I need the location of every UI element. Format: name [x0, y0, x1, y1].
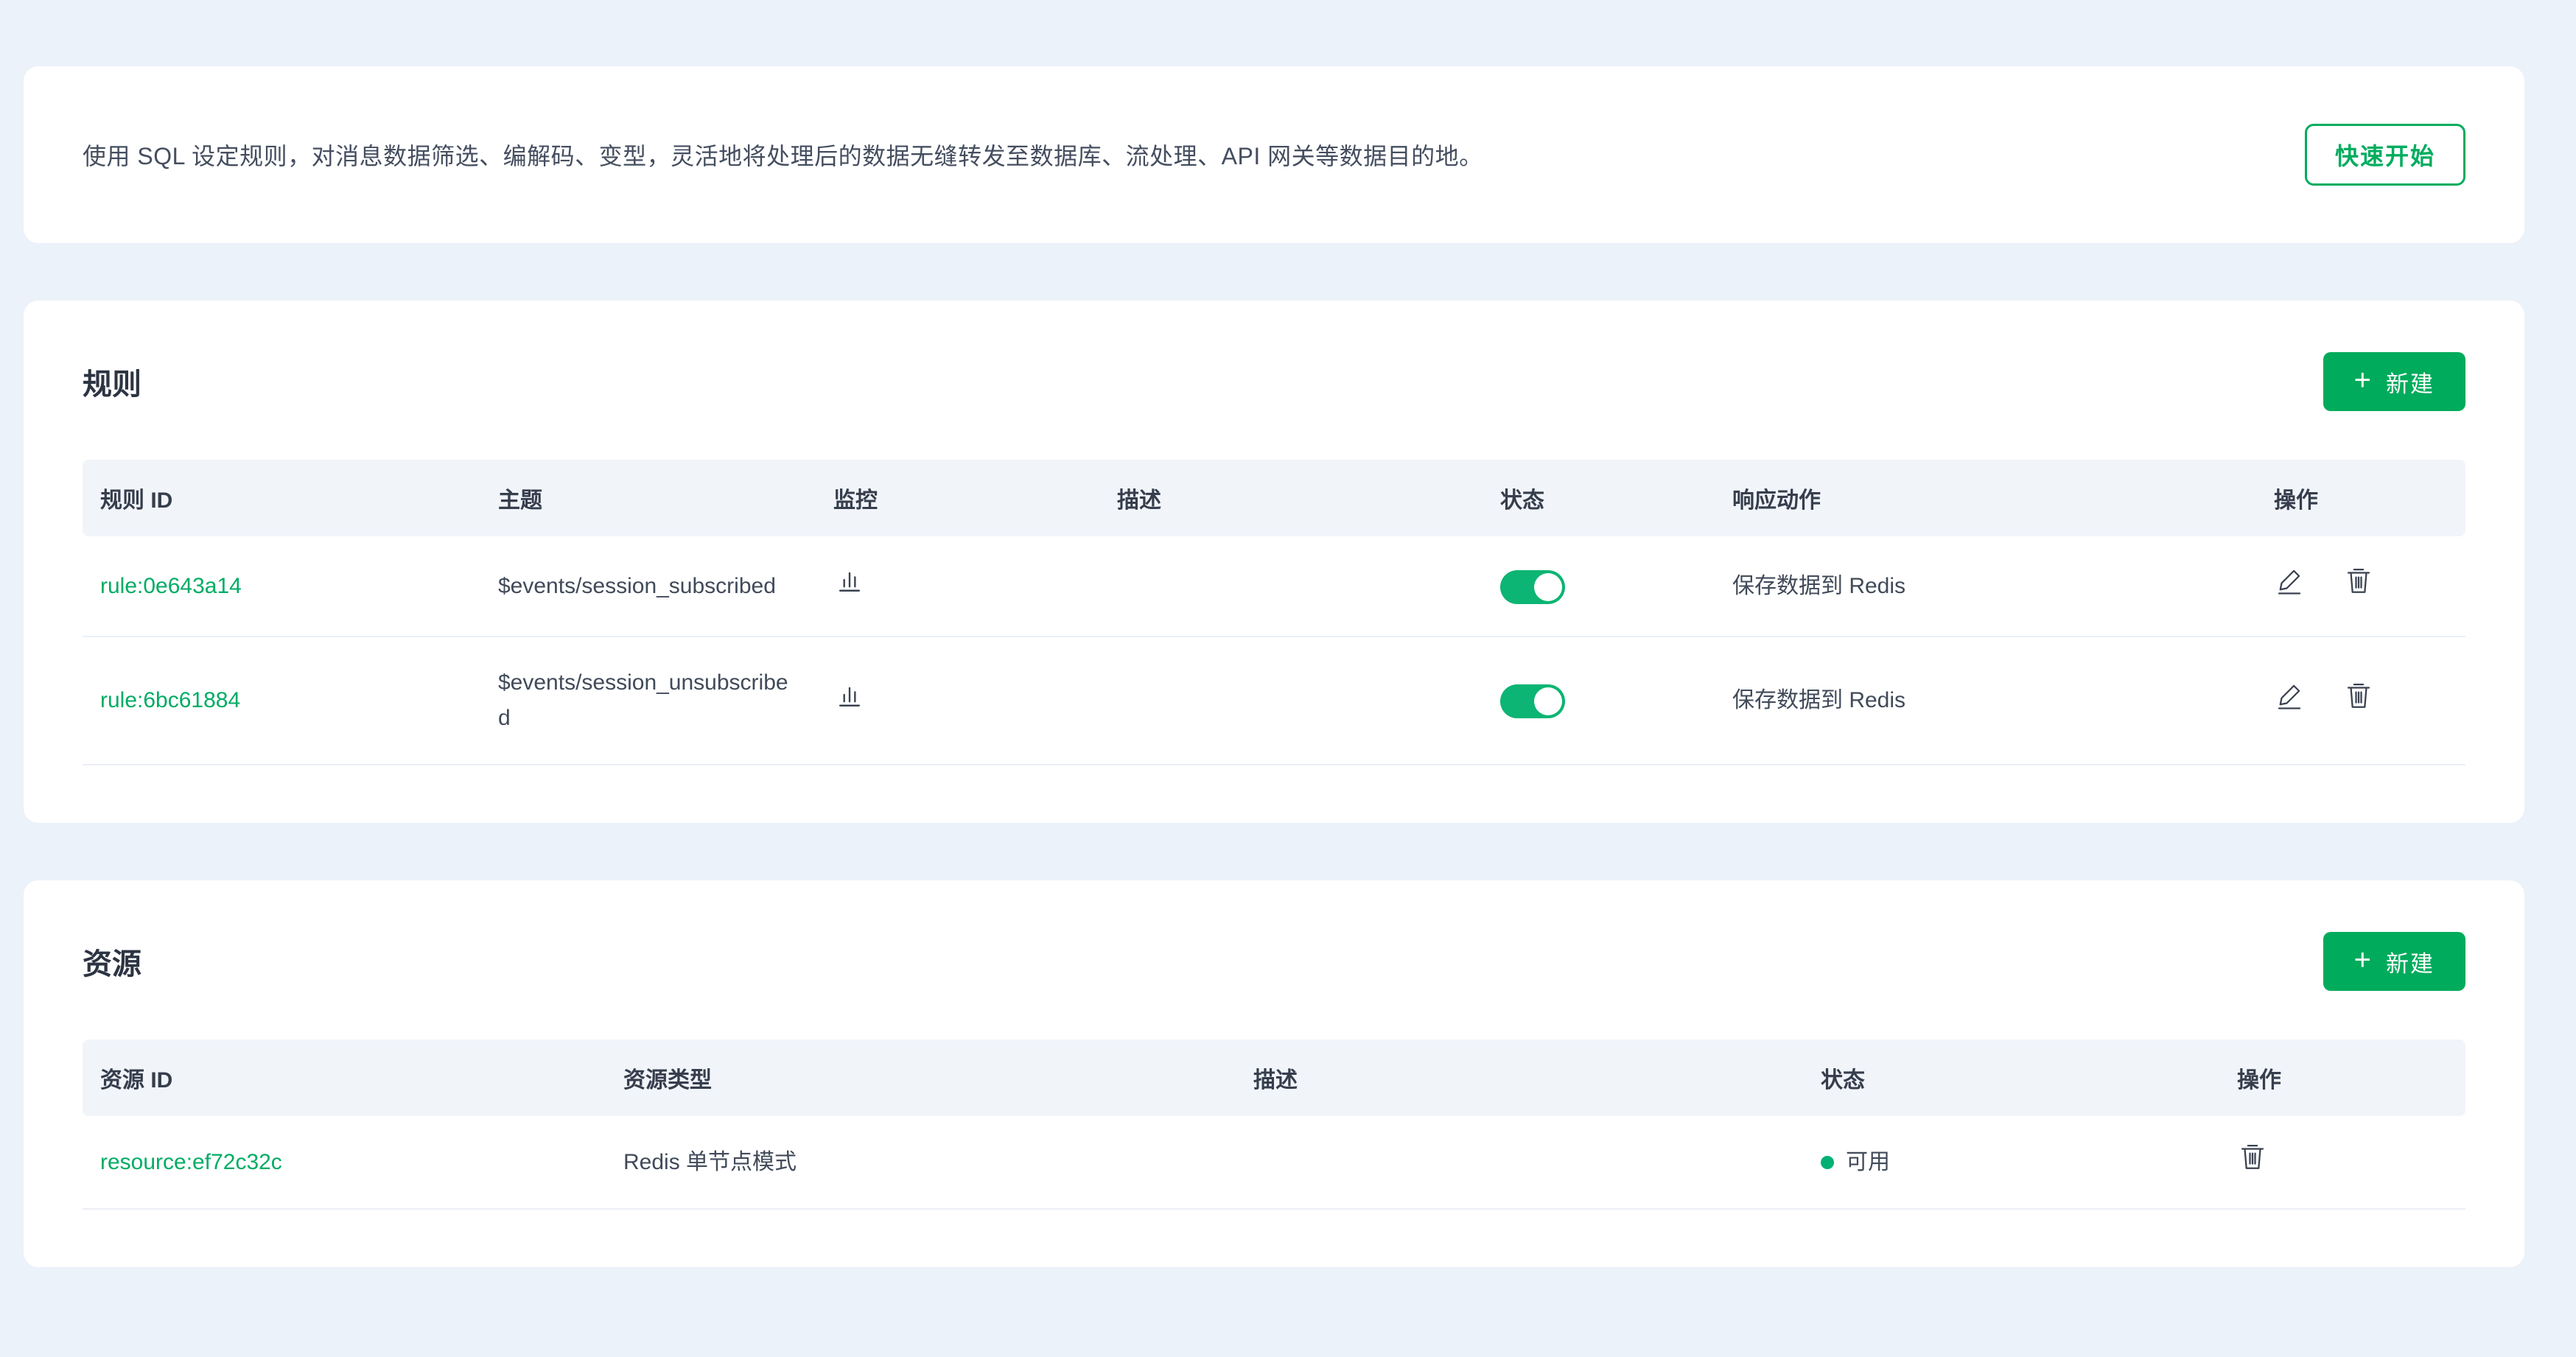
rule-edit-button[interactable]: [2274, 680, 2305, 711]
rules-col-action: 响应动作: [1715, 460, 2256, 536]
resource-status-label: 可用: [1846, 1150, 1890, 1174]
intro-description: 使用 SQL 设定规则，对消息数据筛选、编解码、变型，灵活地将处理后的数据无缝转…: [83, 138, 1483, 172]
trash-icon: [2343, 565, 2374, 596]
resources-col-id: 资源 ID: [83, 1039, 606, 1116]
toggle-knob: [1534, 573, 1562, 601]
toggle-knob: [1534, 687, 1562, 715]
rule-id-link[interactable]: rule:6bc61884: [100, 688, 240, 712]
bar-chart-icon: [833, 564, 866, 597]
intro-banner-card: 使用 SQL 设定规则，对消息数据筛选、编解码、变型，灵活地将处理后的数据无缝转…: [24, 66, 2524, 243]
resources-new-button-label: 新建: [2386, 945, 2435, 978]
rule-description: [1099, 637, 1483, 765]
bar-chart-icon: [833, 679, 866, 712]
trash-icon: [2343, 680, 2374, 711]
rule-topic: $events/session_unsubscribed: [480, 637, 816, 765]
rules-new-button[interactable]: + 新建: [2323, 352, 2465, 411]
rule-status-toggle[interactable]: [1500, 684, 1565, 718]
resource-table-row: resource:ef72c32c Redis 单节点模式 可用: [83, 1116, 2465, 1209]
pencil-icon: [2274, 565, 2305, 596]
plus-icon: +: [2354, 365, 2373, 395]
rules-col-id: 规则 ID: [83, 460, 480, 536]
rules-col-status: 状态: [1483, 460, 1715, 536]
rules-title: 规则: [83, 360, 141, 403]
status-dot-icon: [1821, 1156, 1834, 1169]
page-content: 使用 SQL 设定规则，对消息数据筛选、编解码、变型，灵活地将处理后的数据无缝转…: [24, 0, 2524, 1267]
rule-monitor-button[interactable]: [833, 564, 866, 597]
rules-section-head: 规则 + 新建: [83, 352, 2465, 411]
rule-table-row: rule:0e643a14 $events/session_subscribed: [83, 536, 2465, 637]
resources-table-header-row: 资源 ID 资源类型 描述 状态 操作: [83, 1039, 2465, 1116]
rules-col-operations: 操作: [2256, 460, 2465, 536]
resources-section-head: 资源 + 新建: [83, 932, 2465, 991]
resources-col-description: 描述: [1236, 1039, 1803, 1116]
resource-id-link[interactable]: resource:ef72c32c: [100, 1150, 282, 1174]
rules-table-header-row: 规则 ID 主题 监控 描述 状态 响应动作 操作: [83, 460, 2465, 536]
pencil-icon: [2274, 680, 2305, 711]
resources-col-status: 状态: [1803, 1039, 2219, 1116]
resources-new-button[interactable]: + 新建: [2323, 932, 2465, 991]
rule-description: [1099, 536, 1483, 637]
plus-icon: +: [2354, 945, 2373, 975]
rule-edit-button[interactable]: [2274, 565, 2305, 596]
rules-col-topic: 主题: [480, 460, 816, 536]
rules-col-monitor: 监控: [816, 460, 1099, 536]
rule-delete-button[interactable]: [2343, 680, 2374, 711]
rule-delete-button[interactable]: [2343, 565, 2374, 596]
rules-card: 规则 + 新建 规则 ID 主题 监控 描述 状态 响应动作 操作: [24, 301, 2524, 823]
rule-id-link[interactable]: rule:0e643a14: [100, 574, 242, 598]
resources-title: 资源: [83, 940, 141, 983]
resources-card: 资源 + 新建 资源 ID 资源类型 描述 状态 操作: [24, 880, 2524, 1267]
resource-delete-button[interactable]: [2237, 1141, 2268, 1172]
rules-table: 规则 ID 主题 监控 描述 状态 响应动作 操作 rule:0e643a14 …: [83, 460, 2465, 765]
quick-start-button[interactable]: 快速开始: [2305, 124, 2465, 186]
resources-col-type: 资源类型: [606, 1039, 1236, 1116]
rule-status-toggle[interactable]: [1500, 570, 1565, 604]
trash-icon: [2237, 1141, 2268, 1172]
resource-description: [1236, 1116, 1803, 1209]
rule-topic: $events/session_subscribed: [480, 536, 816, 637]
rule-monitor-button[interactable]: [833, 679, 866, 712]
rules-new-button-label: 新建: [2386, 365, 2435, 399]
resources-table: 资源 ID 资源类型 描述 状态 操作 resource:ef72c32c Re…: [83, 1039, 2465, 1210]
rule-action: 保存数据到 Redis: [1715, 536, 2256, 637]
rule-table-row: rule:6bc61884 $events/session_unsubscrib…: [83, 637, 2465, 765]
resource-type: Redis 单节点模式: [606, 1116, 1236, 1209]
rules-col-description: 描述: [1099, 460, 1483, 536]
resources-col-operations: 操作: [2219, 1039, 2465, 1116]
rule-action: 保存数据到 Redis: [1715, 637, 2256, 765]
